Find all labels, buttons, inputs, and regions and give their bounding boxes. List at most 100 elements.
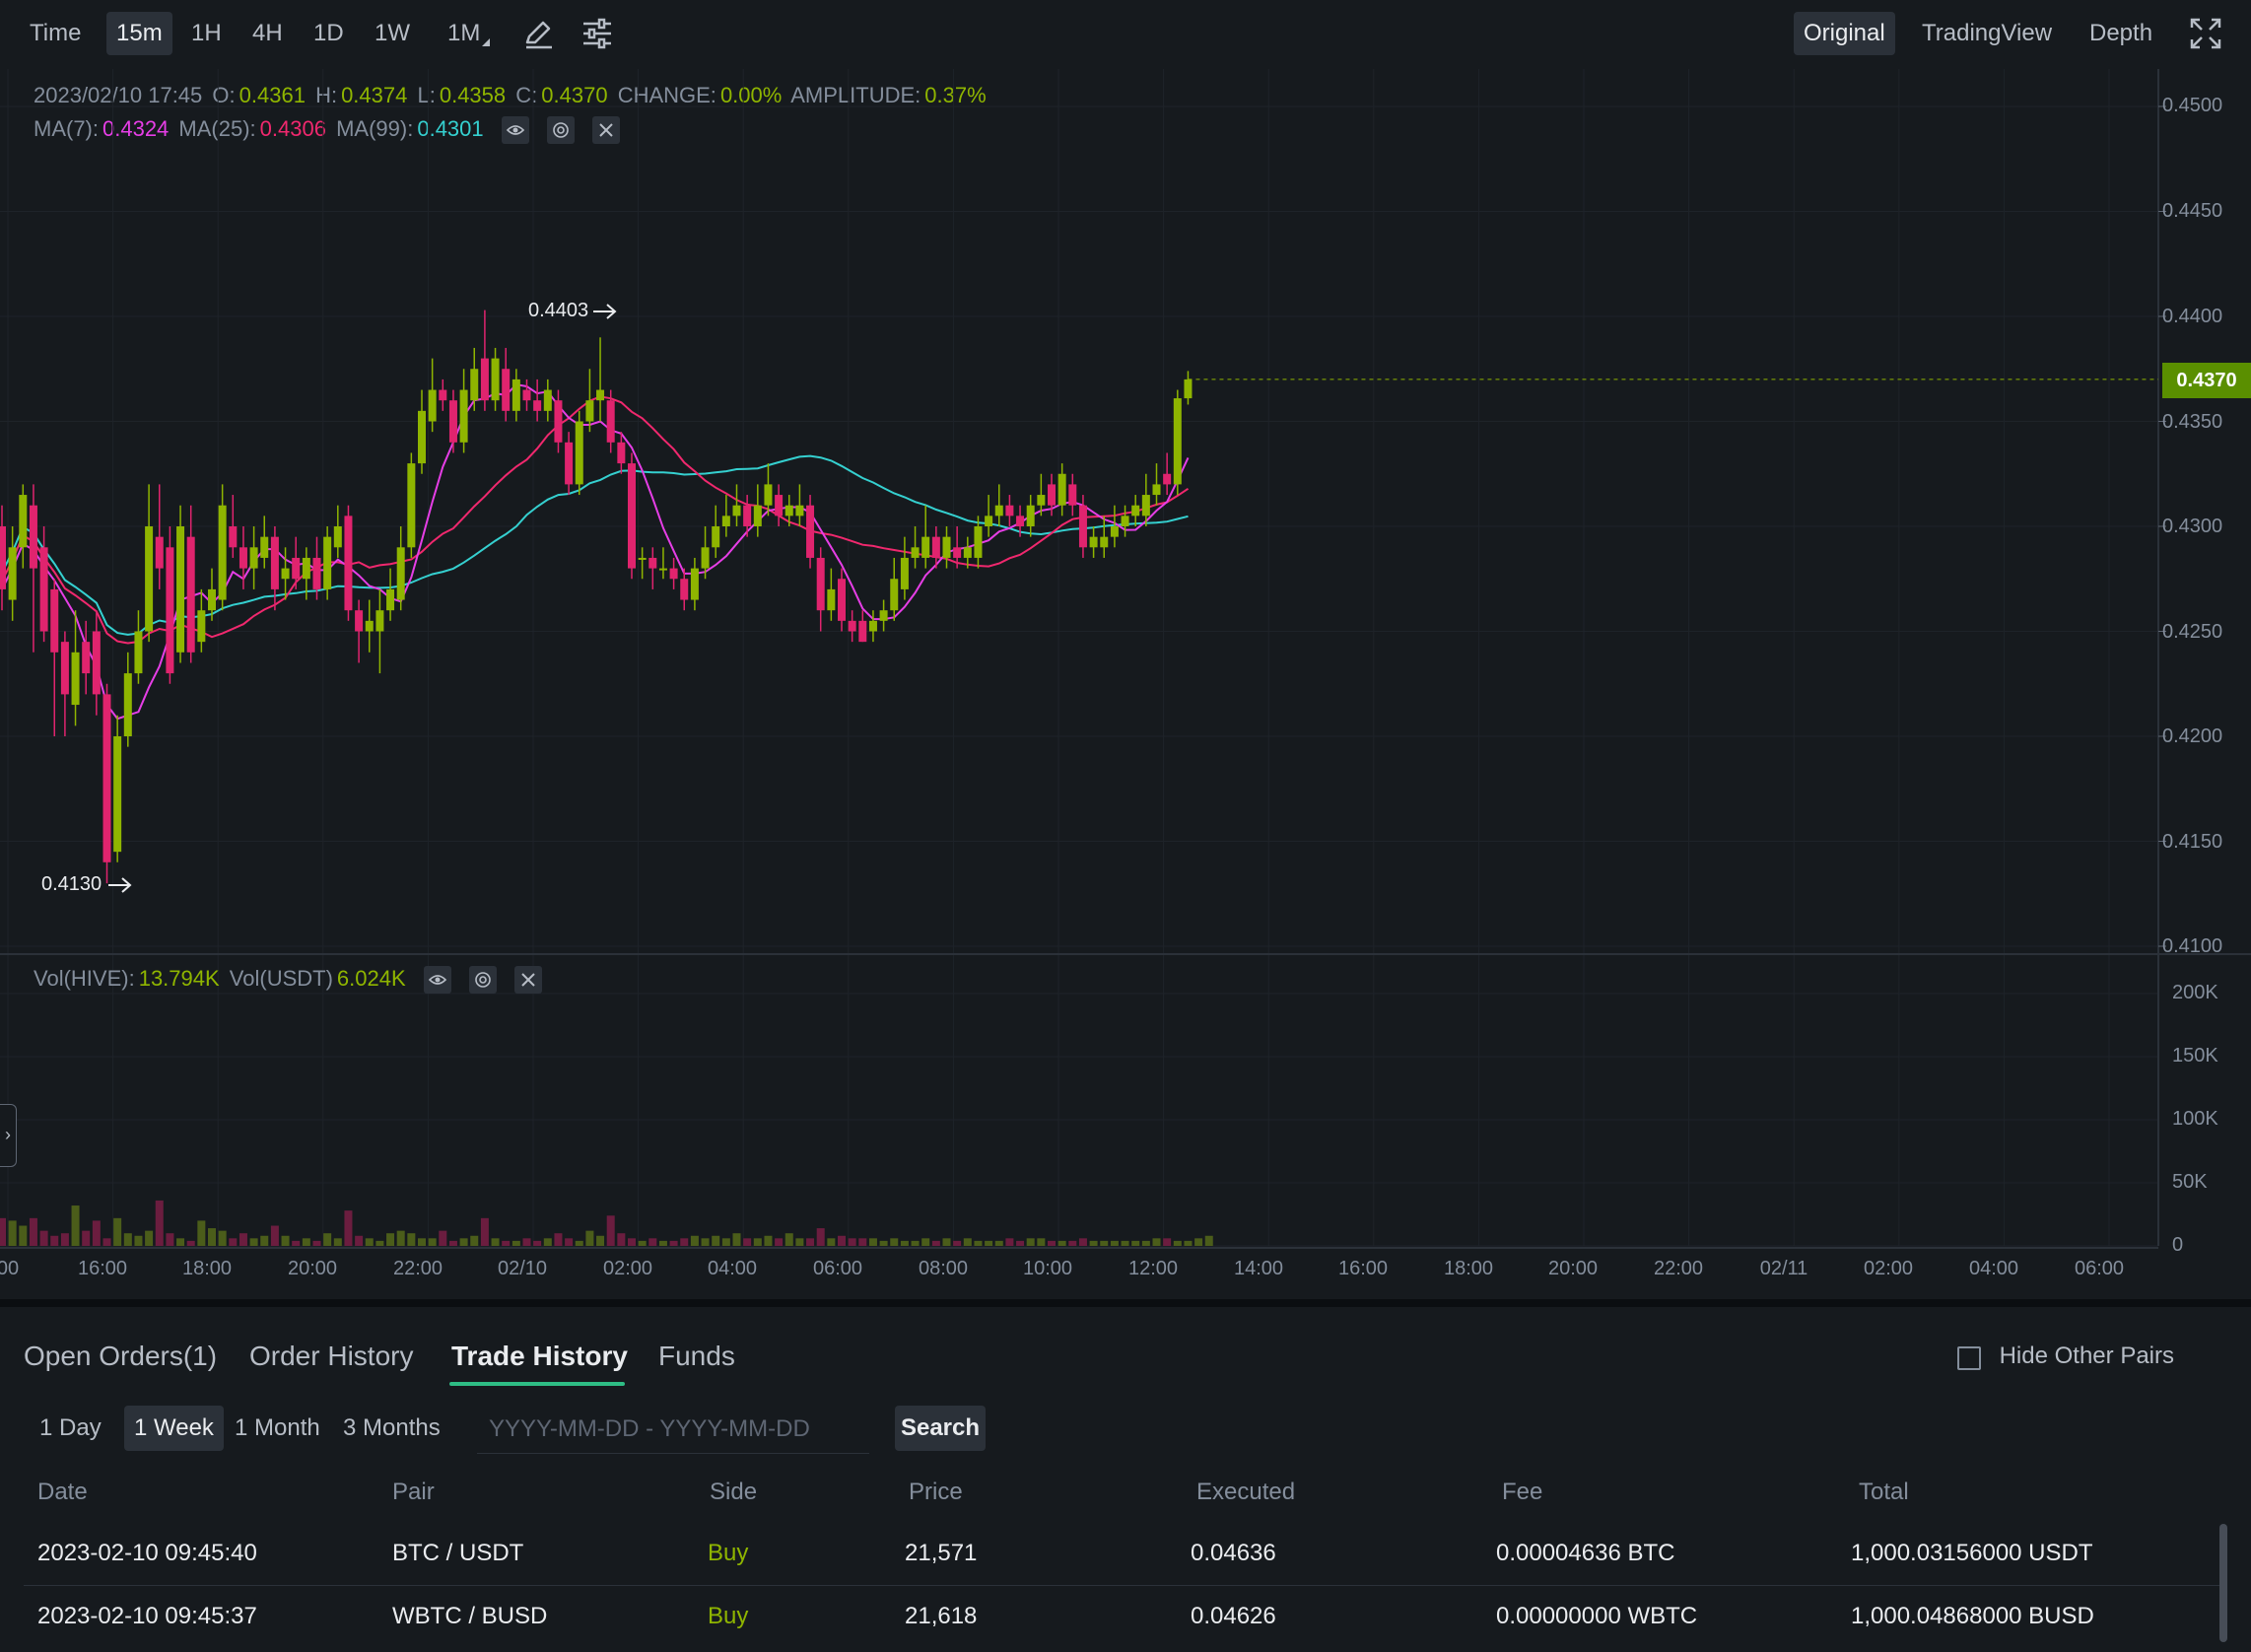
volume-bar [868,1238,877,1246]
candle-body [113,736,122,853]
time-tick: 20:00 [287,1258,338,1279]
chart-area[interactable]: Time 15m 1H 4H 1D 1W 1M Original Trading… [0,0,2251,1299]
tab-open-orders[interactable]: Open Orders(1) [24,1341,217,1372]
volume-bar [732,1233,741,1246]
price-tick: 0.4500 [2162,95,2223,116]
volume-bar [270,1225,279,1246]
candle-body [29,505,37,569]
high-marker-label: 0.4403 [528,300,589,321]
candle-body [658,568,667,571]
vol-hive-label: Vol(HIVE): [34,966,135,991]
candle-body [396,547,405,600]
date-range-input[interactable] [477,1406,869,1454]
column-header-executed: Executed [1196,1479,1296,1505]
candle-body [638,557,647,560]
expand-panel-handle[interactable]: › [0,1104,17,1167]
candlestick-chart[interactable] [0,0,2251,1299]
cell-total: 1,000.03156000 USDT [1851,1540,2093,1566]
volume-bar [1100,1240,1109,1246]
candle-body [82,642,91,674]
volume-tick: 0 [2172,1234,2184,1256]
volume-bar [186,1240,195,1246]
candle-body [1141,495,1150,516]
cell-date: 2023-02-10 09:45:37 [37,1603,257,1629]
candle-body [648,557,657,569]
hide-other-pairs-checkbox[interactable] [1957,1346,1981,1370]
cell-fee: 0.00004636 BTC [1496,1540,1675,1566]
volume-bar [1078,1238,1087,1246]
candle-body [974,526,983,558]
volume-bar [82,1230,91,1246]
candle-body [1048,484,1056,506]
candle-body [606,400,615,443]
candle-body [1163,473,1172,485]
volume-bar [628,1238,636,1246]
candle-body [0,526,6,589]
volume-bar [1121,1240,1129,1246]
range-3-months[interactable]: 3 Months [333,1406,450,1451]
cell-side: Buy [708,1540,749,1566]
candle-body [1131,505,1140,516]
table-scrollbar[interactable] [2219,1524,2227,1642]
volume-bar [470,1235,479,1246]
orders-panel: Open Orders(1) Order History Trade Histo… [0,1299,2251,1652]
volume-bar [92,1220,101,1246]
volume-bar [658,1240,667,1246]
candle-body [260,536,269,558]
candle-body [197,610,206,643]
range-1-week[interactable]: 1 Week [124,1406,224,1451]
volume-bar [281,1235,290,1246]
candle-body [323,536,332,589]
volume-bar [218,1230,227,1246]
candle-body [680,579,689,600]
volume-bar [448,1240,457,1246]
candle-body [292,557,301,580]
volume-bar [617,1233,626,1246]
candle-body [1005,505,1014,516]
candle-body [312,557,321,589]
hide-other-pairs-label[interactable]: Hide Other Pairs [2000,1342,2174,1370]
time-tick: 04:00 [707,1258,758,1279]
tab-order-history[interactable]: Order History [249,1341,413,1372]
volume-bar [784,1233,793,1246]
candle-body [491,358,500,401]
candle-body [743,505,752,526]
candle-body [344,516,353,611]
volume-bar [418,1238,426,1246]
volume-bar [575,1240,583,1246]
time-tick: 02:00 [602,1258,653,1279]
candle-body [522,389,531,401]
cell-executed: 0.04636 [1191,1540,1276,1566]
volume-bar [816,1228,825,1246]
cell-fee: 0.00000000 WBTC [1496,1603,1698,1629]
range-1-day[interactable]: 1 Day [30,1406,111,1451]
time-tick: 02/10 [497,1258,548,1279]
tab-trade-history[interactable]: Trade History [451,1341,628,1372]
search-button[interactable]: Search [895,1406,986,1451]
column-header-total: Total [1859,1479,1909,1505]
volume-bar [491,1238,500,1246]
candle-body [39,547,48,632]
time-tick: 10:00 [1022,1258,1073,1279]
time-tick: 18:00 [1443,1258,1494,1279]
tab-funds[interactable]: Funds [658,1341,735,1372]
eye-icon[interactable] [423,966,451,995]
volume-bar [439,1230,447,1246]
time-tick: 06:00 [812,1258,863,1279]
volume-bar [1089,1240,1098,1246]
indicator-settings-icon[interactable] [468,966,497,995]
volume-bar [102,1238,111,1246]
close-icon[interactable] [514,966,543,995]
volume-bar [806,1238,815,1246]
candle-body [721,516,730,526]
candle-body [1173,398,1182,485]
volume-bar [963,1238,972,1246]
active-tab-indicator [449,1382,625,1386]
volume-bar [1110,1240,1119,1246]
candle-body [92,631,101,695]
cell-total: 1,000.04868000 BUSD [1851,1603,2094,1629]
volume-legend: Vol(HIVE): 13.794K Vol(USDT) 6.024K [34,966,546,995]
candle-body [1068,484,1077,506]
range-1-month[interactable]: 1 Month [225,1406,330,1451]
candle-body [994,505,1003,516]
